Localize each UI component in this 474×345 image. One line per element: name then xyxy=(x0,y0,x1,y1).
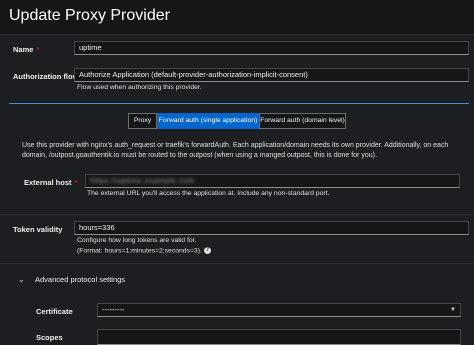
certificate-label: Certificate xyxy=(36,307,73,316)
external-host-value: https://uptime.example.com xyxy=(90,176,195,185)
forward-auth-description: Use this provider with nginx's auth_requ… xyxy=(22,142,449,159)
token-validity-label: Token validity xyxy=(13,225,63,234)
tab-forward-auth-single[interactable]: Forward auth (single application) xyxy=(157,113,259,129)
token-validity-help: Configure how long tokens are valid for. xyxy=(77,237,197,244)
name-input[interactable]: uptime xyxy=(74,41,469,55)
name-label: Name * xyxy=(13,45,39,54)
required-mark: * xyxy=(74,178,78,187)
external-host-label-text: External host xyxy=(24,178,72,187)
question-circle-icon[interactable]: ? xyxy=(203,247,211,254)
dialog-header: Update Proxy Provider xyxy=(0,0,474,35)
authorization-flow-label-text: Authorization flow xyxy=(13,72,79,81)
advanced-protocol-settings-toggle[interactable]: Advanced protocol settings xyxy=(35,275,125,284)
dialog-title: Update Proxy Provider xyxy=(9,7,170,24)
external-host-input[interactable]: https://uptime.example.com xyxy=(85,174,460,188)
external-host-help: The external URL you'll access the appli… xyxy=(87,190,330,197)
certificate-select[interactable]: --------- ▼ xyxy=(97,303,461,317)
dropdown-arrow-icon: ▼ xyxy=(450,307,456,313)
authorization-flow-value: Authorize Application (default-provider-… xyxy=(79,70,308,79)
tab-proxy[interactable]: Proxy xyxy=(128,113,157,129)
token-validity-format-text: (Format: hours=1;minutes=2;seconds=3). xyxy=(77,247,202,255)
section-divider xyxy=(0,214,474,215)
token-validity-format-help: (Format: hours=1;minutes=2;seconds=3).? xyxy=(77,247,211,254)
section-divider xyxy=(0,263,474,264)
scopes-label: Scopes xyxy=(36,333,63,342)
chevron-down-icon[interactable]: ⌄ xyxy=(18,275,25,284)
external-host-label: External host * xyxy=(24,178,77,187)
authorization-flow-select[interactable]: Authorize Application (default-provider-… xyxy=(74,68,469,82)
name-label-text: Name xyxy=(13,45,34,54)
tab-forward-auth-domain[interactable]: Forward auth (domain level) xyxy=(259,113,346,129)
authorization-flow-help: Flow used when authorizing this provider… xyxy=(77,84,202,91)
required-mark: * xyxy=(36,45,40,54)
token-validity-input[interactable]: hours=336 xyxy=(74,221,469,235)
certificate-value: --------- xyxy=(102,305,125,314)
